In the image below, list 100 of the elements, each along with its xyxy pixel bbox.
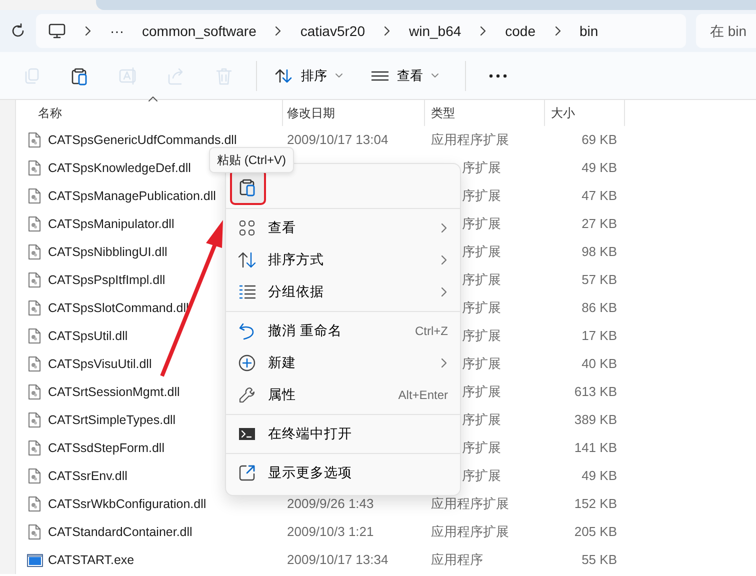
size-cell: 389 KB <box>574 412 617 428</box>
list-icon <box>238 283 256 301</box>
column-header[interactable]: 名称 <box>38 104 62 122</box>
caret-icon <box>431 72 439 78</box>
file-icon <box>27 496 43 512</box>
type-cell: 序扩展 <box>462 216 501 232</box>
type-cell: 序扩展 <box>462 328 501 344</box>
terminal-icon <box>238 425 256 443</box>
type-cell: 应用程序扩展 <box>431 496 509 512</box>
date-cell: 2009/10/17 13:04 <box>287 132 388 148</box>
size-cell: 40 KB <box>582 356 617 372</box>
sort-icon <box>275 68 293 84</box>
file-icon <box>27 132 43 148</box>
file-icon <box>27 300 43 316</box>
file-icon <box>27 440 43 456</box>
plus-circle-icon <box>238 354 256 372</box>
file-name[interactable]: CATSpsNibblingUI.dll <box>48 242 168 262</box>
rename-icon <box>118 66 138 86</box>
file-name[interactable]: CATSpsVisuUtil.dll <box>48 354 152 374</box>
computer-icon[interactable] <box>48 23 66 39</box>
date-cell: 2009/9/26 1:43 <box>287 496 374 512</box>
type-cell: 应用程序 <box>431 552 483 568</box>
file-name[interactable]: CATSsrEnv.dll <box>48 466 128 486</box>
file-name[interactable]: CATSrtSimpleTypes.dll <box>48 410 176 430</box>
breadcrumb-item[interactable]: catiav5r20 <box>300 20 365 42</box>
file-icon <box>27 384 43 400</box>
external-window-icon <box>238 464 256 482</box>
paste-button[interactable] <box>231 170 265 204</box>
sort-icon <box>238 251 256 269</box>
search-field[interactable]: 在 bin <box>696 14 756 48</box>
size-cell: 49 KB <box>582 160 617 176</box>
file-icon <box>27 524 43 540</box>
caret-icon <box>335 72 343 78</box>
file-name[interactable]: CATSpsManipulator.dll <box>48 214 174 234</box>
date-cell: 2009/10/3 1:21 <box>287 524 374 540</box>
shortcut-text: Alt+Enter <box>398 387 448 404</box>
size-cell: 141 KB <box>574 440 617 456</box>
size-cell: 613 KB <box>574 384 617 400</box>
breadcrumb-item[interactable]: win_b64 <box>408 20 462 42</box>
address-bar[interactable]: ··· common_software catiav5r20 win_b64 code bin <box>36 14 686 48</box>
menu-item[interactable]: 排序方式 <box>226 244 460 276</box>
breadcrumb-item[interactable]: bin <box>580 20 598 42</box>
file-icon <box>27 188 43 204</box>
undo-icon <box>238 322 256 340</box>
chevron-icon <box>440 357 448 369</box>
type-cell: 序扩展 <box>462 440 501 456</box>
menu-item[interactable]: 在终端中打开 <box>226 418 460 450</box>
type-cell: 序扩展 <box>462 412 501 428</box>
menu-item[interactable]: 分组依据 <box>226 276 460 308</box>
breadcrumb-item[interactable]: code <box>505 20 536 42</box>
application-icon <box>27 552 43 568</box>
chevron-icon <box>554 25 562 37</box>
grid-icon <box>238 219 256 237</box>
file-name[interactable]: CATSpsGenericUdfCommands.dll <box>48 130 237 150</box>
chevron-icon <box>274 25 282 37</box>
size-cell: 86 KB <box>582 300 617 316</box>
type-cell: 序扩展 <box>462 300 501 316</box>
file-icon <box>27 272 43 288</box>
size-cell: 205 KB <box>574 524 617 540</box>
column-header[interactable]: 修改日期 <box>287 104 335 122</box>
refresh-icon[interactable] <box>10 23 26 39</box>
wrench-icon <box>238 386 256 404</box>
more-icon <box>488 72 508 78</box>
size-cell: 152 KB <box>574 496 617 512</box>
size-cell: 69 KB <box>582 132 617 148</box>
chevron-icon <box>84 25 92 37</box>
file-name[interactable]: CATStandardContainer.dll <box>48 522 192 542</box>
type-cell: 应用程序扩展 <box>431 524 509 540</box>
file-name[interactable]: CATSpsSlotCommand.dll <box>48 298 189 318</box>
menu-item[interactable]: 属性 Alt+Enter <box>226 379 460 411</box>
type-cell: 应用程序扩展 <box>431 132 509 148</box>
view-button[interactable]: 查看 <box>361 62 449 90</box>
menu-item[interactable]: 撤消 重命名 Ctrl+Z <box>226 315 460 347</box>
file-name[interactable]: CATSTART.exe <box>48 550 134 570</box>
chevron-icon <box>440 286 448 298</box>
file-name[interactable]: CATSsdStepForm.dll <box>48 438 164 458</box>
trash-icon <box>214 66 234 86</box>
tooltip: 粘贴 (Ctrl+V) <box>209 147 294 173</box>
menu-item[interactable]: 显示更多选项 <box>226 457 460 489</box>
size-cell: 27 KB <box>582 216 617 232</box>
type-cell: 序扩展 <box>462 244 501 260</box>
file-icon <box>27 356 43 372</box>
file-name[interactable]: CATSpsPspItfImpl.dll <box>48 270 166 290</box>
file-name[interactable]: CATSpsUtil.dll <box>48 326 128 346</box>
file-name[interactable]: CATSpsManagePublication.dll <box>48 186 216 206</box>
menu-item[interactable]: 新建 <box>226 347 460 379</box>
column-header[interactable]: 大小 <box>551 104 575 122</box>
menu-item[interactable]: 查看 <box>226 212 460 244</box>
breadcrumb-item[interactable]: common_software <box>142 20 256 42</box>
size-cell: 47 KB <box>582 188 617 204</box>
type-cell: 序扩展 <box>462 468 501 484</box>
file-name[interactable]: CATSsrWkbConfiguration.dll <box>48 494 206 514</box>
sort-button[interactable]: 排序 <box>265 62 353 90</box>
file-name[interactable]: CATSpsKnowledgeDef.dll <box>48 158 191 178</box>
breadcrumb-overflow[interactable]: ··· <box>110 20 124 42</box>
file-icon <box>27 468 43 484</box>
column-header[interactable]: 类型 <box>431 104 455 122</box>
file-name[interactable]: CATSrtSessionMgmt.dll <box>48 382 180 402</box>
type-cell: 序扩展 <box>462 384 501 400</box>
file-icon <box>27 160 43 176</box>
